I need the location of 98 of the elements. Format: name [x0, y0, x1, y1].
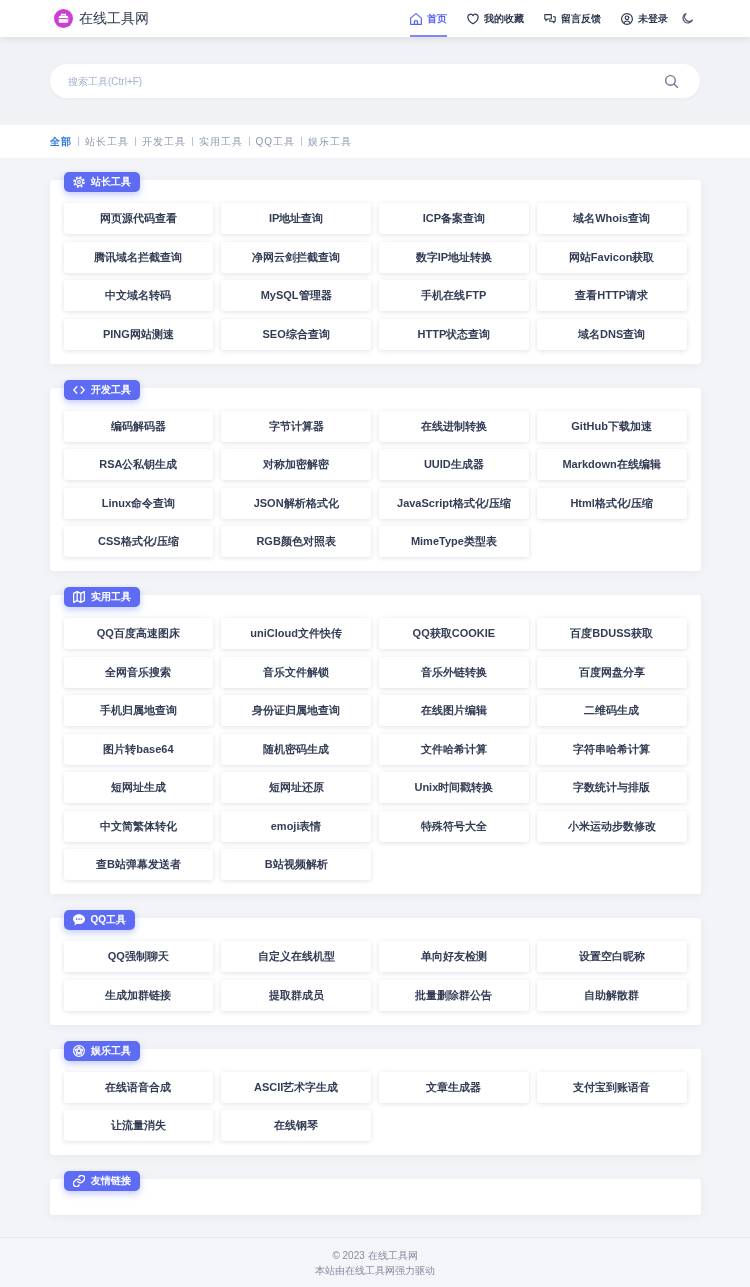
tool-link[interactable]: B站视频解析: [221, 849, 371, 880]
nav-link[interactable]: 未登录: [620, 0, 668, 37]
tool-link[interactable]: SEO综合查询: [221, 318, 371, 350]
tool-link[interactable]: 短网址还原: [221, 772, 371, 803]
tool-link[interactable]: 提取群成员: [221, 979, 371, 1011]
tool-link[interactable]: 自定义在线机型: [221, 941, 371, 972]
tool-link[interactable]: 支付宝到账语音: [536, 1071, 687, 1103]
tool-link[interactable]: 二维码生成: [536, 695, 687, 726]
tool-link[interactable]: 域名Whois查询: [536, 203, 687, 234]
section-title: QQ工具: [90, 913, 127, 927]
tool-link[interactable]: 对称加密解密: [221, 449, 371, 480]
tool-link[interactable]: 查B站弹幕发送者: [63, 849, 214, 880]
tool-link[interactable]: MimeType类型表: [379, 526, 529, 557]
user-icon: [620, 12, 633, 25]
tool-link[interactable]: 音乐外链转换: [379, 656, 529, 688]
code-icon: [72, 383, 85, 396]
map-icon: [72, 591, 85, 603]
heart-icon: [466, 12, 479, 25]
tool-link[interactable]: Linux命令查询: [63, 487, 214, 519]
tool-link[interactable]: Html格式化/压缩: [536, 487, 687, 519]
tool-link[interactable]: uniCloud文件快传: [221, 618, 371, 649]
tool-link[interactable]: 单向好友检测: [379, 941, 529, 972]
section-title: 站长工具: [90, 175, 131, 189]
tool-link[interactable]: 手机归属地查询: [63, 695, 214, 726]
tool-link[interactable]: 百度网盘分享: [536, 656, 687, 688]
tool-link[interactable]: 域名DNS查询: [536, 318, 687, 350]
tool-link[interactable]: 全网音乐搜索: [63, 656, 214, 688]
tool-link[interactable]: IP地址查询: [221, 203, 371, 234]
home-icon: [409, 12, 422, 25]
tool-link[interactable]: GitHub下载加速: [536, 410, 687, 442]
gear-icon: [72, 176, 85, 188]
powered-by-text: 本站由在线工具网强力驱动: [315, 1264, 435, 1278]
tool-link[interactable]: 编码解码器: [63, 410, 214, 442]
tool-link[interactable]: 小米运动步数修改: [536, 810, 687, 842]
film-reel-icon: [72, 1044, 85, 1057]
tool-link[interactable]: 净网云剑拦截查询: [221, 241, 371, 273]
chat-bubbles-icon: [543, 12, 556, 25]
tool-link[interactable]: JSON解析格式化: [221, 487, 371, 519]
tool-link[interactable]: 字节计算器: [221, 410, 371, 442]
tool-link[interactable]: 身份证归属地查询: [221, 695, 371, 726]
search-icon[interactable]: [665, 74, 678, 88]
tool-link[interactable]: UUID生成器: [379, 449, 529, 480]
tool-link[interactable]: 在线图片编辑: [379, 695, 529, 726]
tool-link[interactable]: 数字IP地址转换: [379, 241, 529, 273]
tool-link[interactable]: RGB颜色对照表: [221, 526, 371, 557]
tool-link[interactable]: 批量删除群公告: [379, 979, 529, 1011]
tool-link[interactable]: 中文简繁体转化: [63, 810, 214, 842]
tool-link[interactable]: 字数统计与排版: [536, 772, 687, 803]
logo-icon[interactable]: [53, 9, 73, 28]
chat-icon: [72, 914, 85, 926]
tool-link[interactable]: 百度BDUSS获取: [536, 618, 687, 649]
tool-link[interactable]: PING网站测速: [63, 318, 214, 350]
tool-link[interactable]: 查看HTTP请求: [536, 280, 687, 311]
section-title: 娱乐工具: [90, 1043, 131, 1058]
tool-link[interactable]: 让流量消失: [63, 1110, 214, 1141]
tool-link[interactable]: JavaScript格式化/压缩: [379, 487, 529, 519]
tool-link[interactable]: 字符串哈希计算: [536, 733, 687, 765]
tool-link[interactable]: emoji表情: [221, 810, 371, 842]
tool-link[interactable]: Unix时间戳转换: [379, 772, 529, 803]
tool-link[interactable]: 在线语音合成: [63, 1071, 214, 1103]
tool-link[interactable]: 在线钢琴: [221, 1110, 371, 1141]
site-title[interactable]: 在线工具网: [78, 9, 149, 28]
tool-link[interactable]: QQ百度高速图床: [63, 618, 214, 649]
tool-link[interactable]: 音乐文件解锁: [221, 656, 371, 688]
tool-link[interactable]: 特殊符号大全: [379, 810, 529, 842]
tool-link[interactable]: 文件哈希计算: [379, 733, 529, 765]
tool-link[interactable]: 手机在线FTP: [379, 280, 529, 311]
link-icon: [72, 1175, 85, 1187]
tool-link[interactable]: MySQL管理器: [221, 280, 371, 311]
tool-link[interactable]: 中文域名转码: [63, 280, 214, 311]
tool-link[interactable]: 设置空白昵称: [536, 941, 687, 972]
tool-link[interactable]: 生成加群链接: [63, 979, 214, 1011]
tool-link[interactable]: 网站Favicon获取: [536, 241, 687, 273]
nav-link[interactable]: 我的收藏: [466, 0, 524, 37]
copyright-text: © 2023 在线工具网: [332, 1249, 418, 1263]
tool-link[interactable]: 自助解散群: [536, 979, 687, 1011]
tool-link[interactable]: ICP备案查询: [379, 203, 529, 234]
moon-icon[interactable]: [681, 13, 693, 24]
tool-link[interactable]: 文章生成器: [379, 1071, 529, 1103]
tool-link[interactable]: QQ强制聊天: [63, 941, 214, 972]
tool-link[interactable]: 图片转base64: [63, 733, 214, 765]
section-title: 开发工具: [90, 382, 131, 397]
tool-link[interactable]: 网页源代码查看: [63, 203, 214, 234]
tool-link[interactable]: HTTP状态查询: [379, 318, 529, 350]
nav-link[interactable]: 留言反馈: [543, 0, 601, 37]
category-link[interactable]: 全部: [49, 134, 72, 149]
tool-link[interactable]: 腾讯域名拦截查询: [63, 241, 214, 273]
tool-link[interactable]: CSS格式化/压缩: [63, 526, 214, 557]
tool-link[interactable]: 在线进制转换: [379, 410, 529, 442]
tool-link[interactable]: Markdown在线编辑: [536, 449, 687, 480]
section-title: 友情链接: [90, 1174, 131, 1188]
tool-link[interactable]: QQ获取COOKIE: [379, 618, 529, 649]
search-field[interactable]: 搜索工具(Ctrl+F): [50, 64, 700, 98]
tool-link[interactable]: 短网址生成: [63, 772, 214, 803]
tool-link[interactable]: ASCII艺术字生成: [221, 1071, 371, 1103]
tool-link[interactable]: RSA公私钥生成: [63, 449, 214, 480]
section-title: 实用工具: [90, 590, 131, 604]
tool-link[interactable]: 随机密码生成: [221, 733, 371, 765]
